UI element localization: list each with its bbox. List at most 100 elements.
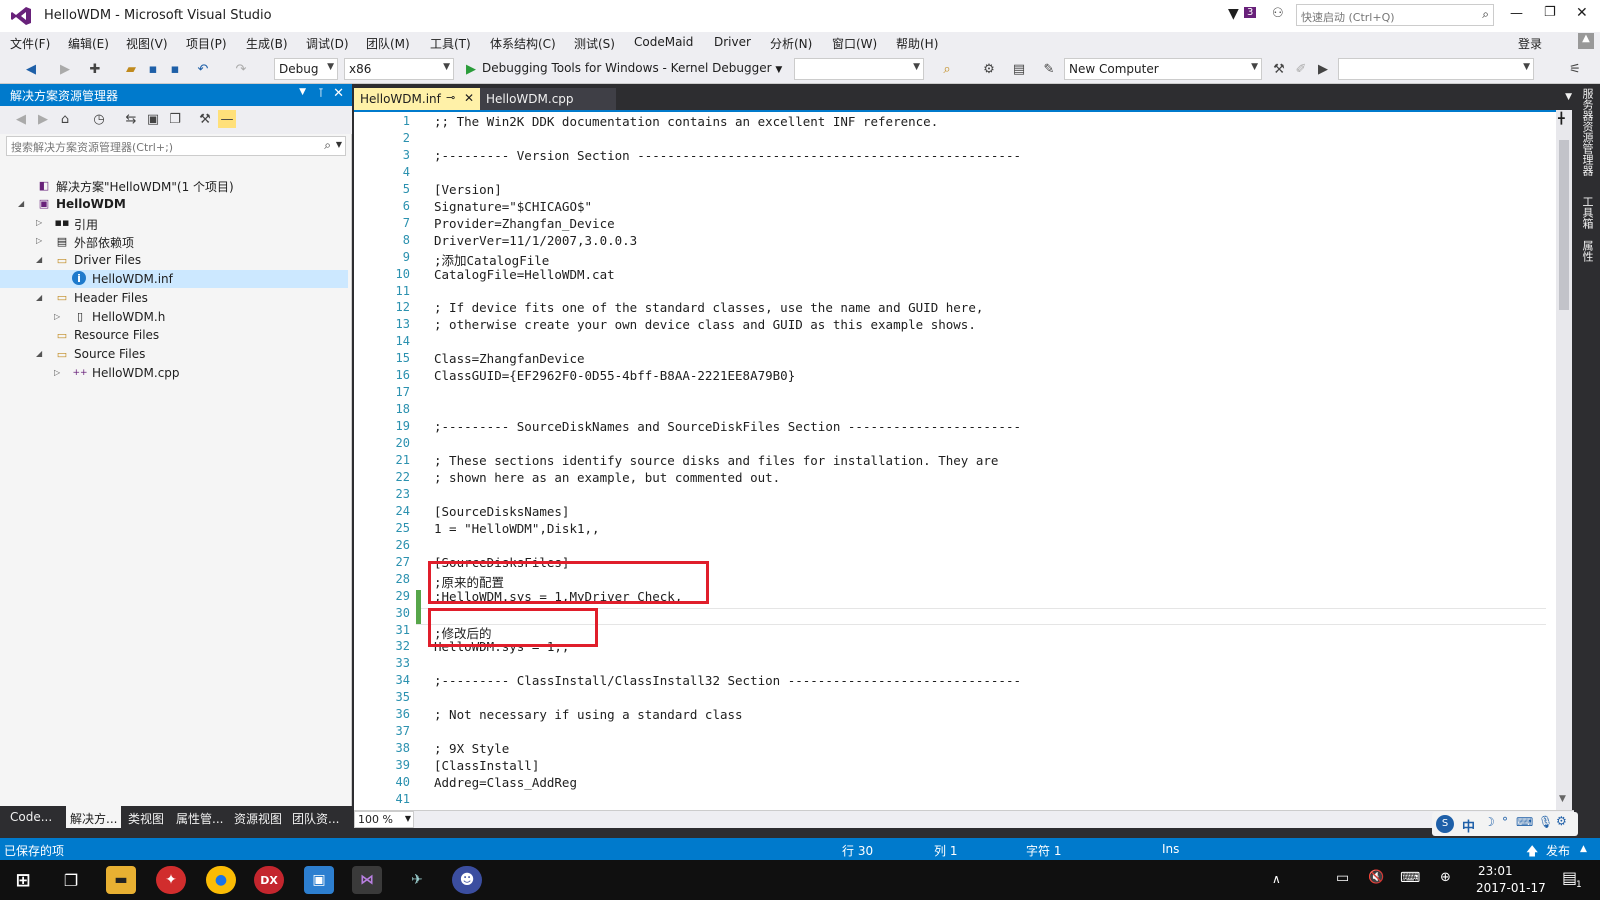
menu-edit[interactable]: 编辑(E) [68, 35, 109, 52]
menu-codemaid[interactable]: CodeMaid [634, 35, 693, 49]
tree-item[interactable]: ▷ ++ HelloWDM.cpp [0, 364, 348, 382]
menu-architecture[interactable]: 体系结构(C) [490, 35, 556, 52]
deploy-icon[interactable]: ⚒ [1270, 60, 1288, 78]
qq-icon[interactable]: ☻ [452, 866, 482, 894]
collapse-icon[interactable]: ◢ [18, 199, 24, 208]
task-view-icon[interactable]: ❐ [56, 866, 86, 894]
dropdown-icon[interactable]: ▼ [299, 87, 306, 97]
menu-window[interactable]: 窗口(W) [832, 35, 877, 52]
scroll-down-icon[interactable]: ▼ [1559, 794, 1566, 804]
action-center-icon[interactable]: ▤ [1562, 868, 1577, 887]
redo-icon[interactable]: ↷ [232, 60, 250, 78]
toolbar-options-icon[interactable]: ⚟ [1566, 60, 1584, 78]
feedback-icon[interactable]: ⚇ [1272, 6, 1284, 21]
microphone-icon[interactable]: 🎙 [1538, 815, 1553, 829]
attach-process-icon[interactable]: ⚙ [980, 60, 998, 78]
tab-class-view[interactable]: 类视图 [124, 809, 168, 828]
tree-item[interactable]: ◧ 解决方案"HelloWDM"(1 个项目) [0, 176, 348, 195]
pin-icon[interactable]: ⊸ [446, 91, 455, 104]
forward-icon[interactable]: ▶ [56, 60, 74, 78]
windows-start-icon[interactable]: ⊞ [8, 866, 38, 894]
solution-search-input[interactable]: 搜索解决方案资源管理器(Ctrl+;) ⌕ ▼ [6, 136, 346, 156]
clock-time[interactable]: 23:01 [1478, 864, 1513, 878]
settings-icon[interactable]: ⚙ [1556, 814, 1567, 828]
menu-debug[interactable]: 调试(D) [306, 35, 349, 52]
solution-config-select[interactable]: Debug ▼ [274, 58, 338, 80]
properties-tab[interactable]: 属性 [1579, 240, 1595, 262]
code-editor[interactable]: 1 2 3 4 5 6 7 8 9 10 11 12 13 14 15 16 17 18 19 20 21 22 23 24 2… [354, 110, 1556, 812]
expand-icon[interactable]: ▷ [54, 312, 60, 321]
properties-icon[interactable]: ⚒ [196, 110, 214, 128]
platform-select[interactable]: x86 ▼ [344, 58, 454, 80]
tree-item[interactable]: ◢ ▭ Header Files [0, 289, 348, 307]
collapse-icon[interactable]: ◢ [36, 255, 42, 264]
tree-item[interactable]: i HelloWDM.inf [0, 270, 348, 288]
notification-badge[interactable]: 3 [1244, 7, 1257, 18]
tab-code-map[interactable]: Code... [6, 809, 56, 825]
restore-button[interactable]: ❐ [1544, 5, 1556, 20]
undo-icon[interactable]: ↶ [194, 60, 212, 78]
file-explorer-icon[interactable]: ▬ [106, 866, 136, 894]
driver-deploy-icon[interactable]: ✎ [1040, 60, 1058, 78]
tree-item[interactable]: ▷ ▯ HelloWDM.h [0, 308, 348, 326]
ime-toolbar[interactable]: S 中 ☽ ° ⌨ 🎙 ⚙ [1432, 812, 1578, 836]
tab-overflow-icon[interactable]: ▼ [1565, 92, 1572, 102]
tab-hellowdm-inf[interactable]: HelloWDM.inf ⊸ ✕ [354, 88, 480, 110]
tab-property-manager[interactable]: 属性管... [172, 809, 227, 828]
tab-resource-view[interactable]: 资源视图 [230, 809, 286, 828]
expand-icon[interactable]: ▷ [36, 218, 42, 227]
tree-item[interactable]: ◢ ▭ Source Files [0, 345, 348, 363]
filter-icon[interactable]: ▼ [1228, 6, 1239, 22]
tree-item[interactable]: ◢ ▣ HelloWDM [0, 195, 348, 213]
menu-help[interactable]: 帮助(H) [896, 35, 938, 52]
tree-item[interactable]: ◢ ▭ Driver Files [0, 251, 348, 269]
open-file-icon[interactable]: ▰ [122, 60, 140, 78]
new-project-icon[interactable]: ✚ [86, 60, 104, 78]
close-window-button[interactable]: ✕ [1576, 5, 1588, 21]
tab-solution-explorer[interactable]: 解决方... [66, 806, 122, 828]
close-panel-icon[interactable]: ✕ [333, 86, 344, 101]
chrome-icon[interactable]: ● [206, 866, 236, 894]
secondary-combo[interactable]: ▼ [1338, 58, 1534, 80]
start-debugging-icon[interactable]: ▶ [462, 60, 480, 78]
sync-icon[interactable]: ⇆ [122, 110, 140, 128]
minimize-button[interactable]: — [1510, 6, 1523, 21]
network-icon[interactable]: ▭ [1336, 870, 1349, 886]
collapse-all-icon[interactable]: ▣ [144, 110, 162, 128]
debug-target-combo[interactable]: ▼ [794, 58, 924, 80]
home-icon[interactable]: ⌂ [56, 110, 74, 128]
tree-item[interactable]: ▷ ▪▪ 引用 [0, 214, 348, 232]
ime-mode[interactable]: 中 [1462, 816, 1475, 835]
login-link[interactable]: 登录 [1518, 35, 1542, 52]
toolbox-tab[interactable]: 工具箱 [1579, 196, 1595, 229]
pin-icon[interactable]: ⊺ [318, 86, 324, 100]
find-icon[interactable]: ⌕ [938, 60, 956, 78]
zoom-select[interactable]: 100 % ▼ [354, 811, 414, 828]
comment-icon[interactable]: ▤ [1010, 60, 1028, 78]
store-icon[interactable]: ▣ [304, 866, 334, 894]
collapse-icon[interactable]: ◢ [36, 293, 42, 302]
close-tab-icon[interactable]: ✕ [464, 91, 474, 105]
menu-team[interactable]: 团队(M) [366, 35, 410, 52]
volume-muted-icon[interactable]: 🔇 [1368, 870, 1384, 885]
forward-icon[interactable]: ▶ [34, 110, 52, 128]
account-icon[interactable]: ▲ [1578, 33, 1594, 49]
run-icon[interactable]: ▶ [1314, 60, 1332, 78]
tree-item[interactable]: ▷ ▤ 外部依赖项 [0, 232, 348, 251]
visual-studio-taskbar-icon[interactable]: ⋈ [352, 866, 382, 894]
expand-icon[interactable]: ▷ [54, 368, 60, 377]
save-all-icon[interactable]: ▪ [166, 60, 184, 78]
menu-file[interactable]: 文件(F) [10, 35, 50, 52]
scrollbar-thumb[interactable] [1559, 140, 1569, 310]
split-icon[interactable]: ╋ [1558, 112, 1565, 125]
menu-tools[interactable]: 工具(T) [430, 35, 471, 52]
clock-date[interactable]: 2017-01-17 [1476, 881, 1546, 895]
pending-changes-icon[interactable]: ◷ [90, 110, 108, 128]
menu-driver[interactable]: Driver [714, 35, 751, 49]
menu-build[interactable]: 生成(B) [246, 35, 288, 52]
menu-view[interactable]: 视图(V) [126, 35, 168, 52]
menu-analyze[interactable]: 分析(N) [770, 35, 812, 52]
dx-app-icon[interactable]: DX [254, 866, 284, 894]
vertical-scrollbar[interactable]: ╋ ▼ [1556, 110, 1572, 810]
keyboard-icon[interactable]: ⌨ [1400, 870, 1420, 886]
